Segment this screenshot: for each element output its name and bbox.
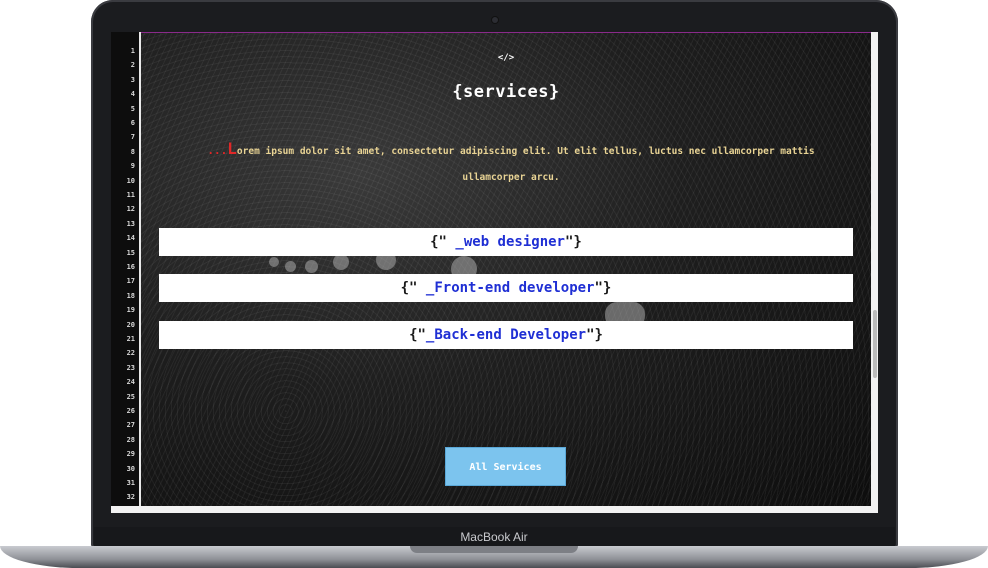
line-number: 21 [126,335,135,343]
line-number: 16 [126,263,135,271]
top-border-line [139,32,873,33]
service-label: _Front-end developer [417,280,595,296]
camera-icon [492,17,498,23]
line-number-gutter: 1 2 3 4 5 6 7 8 9 10 11 12 13 14 15 16 17 18 19 20 21 22 23 24 2… [111,32,141,506]
line-number: 4 [130,90,135,99]
intro-dots: ... [207,144,228,157]
scrollbar-thumb[interactable] [873,310,877,378]
line-number: 27 [126,421,135,430]
service-web-designer[interactable]: {" _web designer"} [159,228,853,256]
decor-bubble [269,257,279,267]
decor-bubble [333,254,349,270]
brace-open: {" [430,234,447,250]
line-number: 32 [126,493,135,502]
laptop-brand-label: MacBook Air [460,530,528,544]
brace-open: {" [400,280,418,296]
line-number: 22 [126,349,135,358]
horizontal-scrollbar[interactable] [111,506,871,513]
brace-close: "} [594,280,612,296]
line-number: 13 [126,219,135,228]
line-number: 31 [126,479,135,487]
line-number: 28 [126,435,135,444]
line-number: 29 [126,450,135,459]
line-number: 23 [126,363,135,372]
line-number: 1 [130,47,135,55]
line-number: 25 [126,392,135,401]
wave-background-overlay [139,32,873,506]
code-icon: </> [497,53,515,63]
line-number: 30 [126,464,135,473]
line-number: 26 [126,407,135,415]
line-number: 17 [126,277,135,286]
line-number: 6 [130,119,135,127]
vertical-scrollbar[interactable] [871,32,878,513]
line-number: 15 [126,248,135,257]
line-number: 10 [126,176,135,185]
line-number: 8 [130,147,135,156]
intro-text: orem ipsum dolor sit amet, consectetur a… [236,146,815,183]
line-number: 3 [130,75,135,84]
service-label: _Back-end Developer [425,327,587,343]
intro-paragraph: ...Lorem ipsum dolor sit amet, consectet… [181,136,841,191]
line-number: 12 [126,205,135,214]
line-number: 5 [130,104,135,113]
line-number: 11 [126,191,135,199]
screen: 1 2 3 4 5 6 7 8 9 10 11 12 13 14 15 16 17 18 19 20 21 22 23 24 2… [111,32,878,513]
laptop-opening-notch [410,546,578,553]
line-number: 24 [126,378,135,387]
decor-bubble [285,261,296,272]
line-number: 20 [126,320,135,329]
line-number: 2 [130,61,135,70]
line-number: 9 [130,162,135,171]
decor-bubble [305,260,318,273]
line-number: 19 [126,306,135,315]
brace-close: "} [565,234,582,250]
service-back-end-developer[interactable]: {"_Back-end Developer"} [159,321,853,349]
service-front-end-developer[interactable]: {" _Front-end developer"} [159,274,853,302]
page-title: {services} [452,82,560,102]
brace-close: "} [586,327,603,343]
brace-open: {" [409,327,426,343]
all-services-button[interactable]: All Services [445,447,566,486]
service-label: _web designer [446,234,565,250]
line-number: 14 [126,234,135,243]
line-number: 18 [126,291,135,300]
intro-drop-letter: L [227,139,237,158]
line-number: 7 [130,133,135,142]
